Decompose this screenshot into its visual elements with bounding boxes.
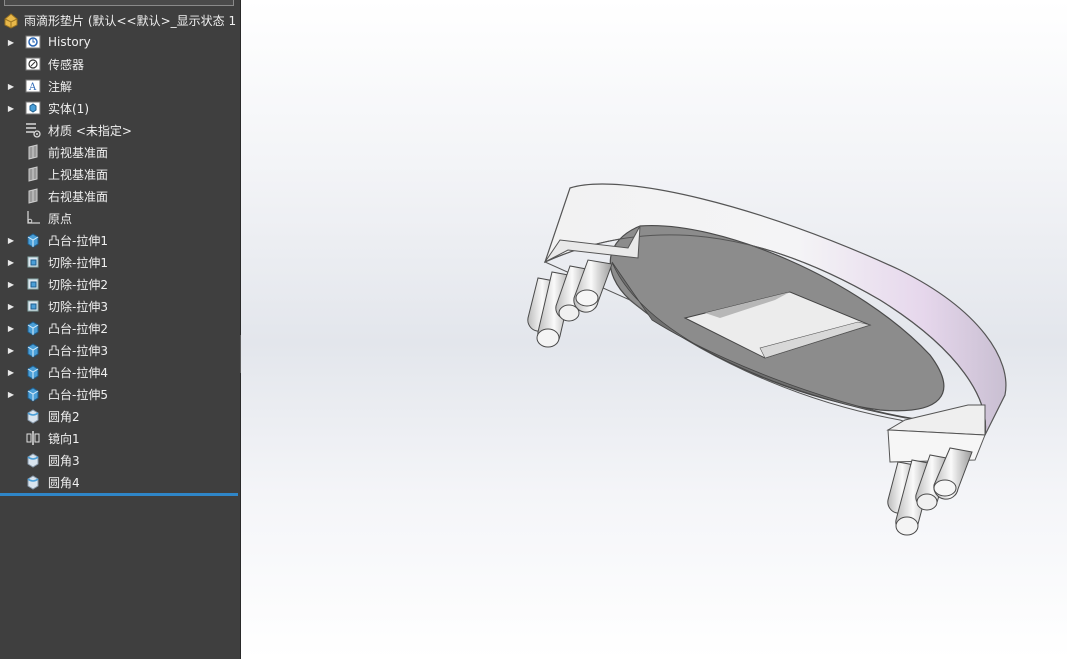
svg-text:A: A (28, 82, 37, 93)
tree-item-label: 凸台-拉伸3 (48, 343, 108, 358)
rollback-bar[interactable] (0, 493, 238, 496)
tree-item-label: History (48, 35, 91, 49)
plane-icon (24, 188, 42, 204)
model-3d-render (527, 183, 1007, 536)
solid-body-icon (24, 100, 42, 116)
boss-extrude-icon (24, 364, 42, 380)
tree-filter-input[interactable] (4, 0, 234, 6)
tree-item-12[interactable]: ▶ 切除-拉伸2 (0, 274, 240, 294)
tree-item-label: 圆角4 (48, 475, 80, 490)
tree-item-7[interactable]: 上视基准面 (0, 164, 240, 184)
mirror-icon (24, 430, 42, 446)
tree-item-8[interactable]: 右视基准面 (0, 186, 240, 206)
tree-item-label: 圆角3 (48, 453, 80, 468)
tree-item-label: 切除-拉伸2 (48, 277, 108, 292)
cut-extrude-icon (24, 254, 42, 270)
tree-item-18[interactable]: 圆角2 (0, 406, 240, 426)
tree-item-label: 凸台-拉伸1 (48, 233, 108, 248)
boss-extrude-icon (24, 342, 42, 358)
expand-arrow-icon[interactable]: ▶ (6, 236, 16, 245)
tree-item-14[interactable]: ▶ 凸台-拉伸2 (0, 318, 240, 338)
tree-item-label: 前视基准面 (48, 145, 109, 160)
tree-item-label: 圆角2 (48, 409, 80, 424)
boss-extrude-icon (24, 232, 42, 248)
tree-item-label: 传感器 (48, 57, 85, 72)
tree-item-label: 实体(1) (48, 101, 89, 116)
expand-arrow-icon[interactable]: ▶ (6, 82, 16, 91)
expand-arrow-icon[interactable]: ▶ (6, 38, 16, 47)
tree-item-label: 切除-拉伸3 (48, 299, 108, 314)
expand-arrow-icon[interactable]: ▶ (6, 258, 16, 267)
tree-item-label: 凸台-拉伸2 (48, 321, 108, 336)
tree-root-label: 雨滴形垫片 (默认<<默认>_显示状态 1 (24, 13, 237, 28)
boss-extrude-icon (24, 320, 42, 336)
tree-item-label: 右视基准面 (48, 189, 109, 204)
cut-extrude-icon (24, 276, 42, 292)
tree-item-label: 镜向1 (48, 431, 80, 446)
tree-item-label: 凸台-拉伸4 (48, 365, 108, 380)
tree-item-19[interactable]: 镜向1 (0, 428, 240, 448)
tree-item-16[interactable]: ▶ 凸台-拉伸4 (0, 362, 240, 382)
material-icon (24, 122, 42, 138)
tree-item-20[interactable]: 圆角3 (0, 450, 240, 470)
tree-item-label: 凸台-拉伸5 (48, 387, 108, 402)
plane-icon (24, 166, 42, 182)
tree-item-15[interactable]: ▶ 凸台-拉伸3 (0, 340, 240, 360)
history-icon (24, 34, 42, 50)
fillet-icon (24, 408, 42, 424)
boss-extrude-icon (24, 386, 42, 402)
feature-manager-tree: 雨滴形垫片 (默认<<默认>_显示状态 1 ▶ History 传感器 ▶ A 注解 ▶ 实体… (0, 0, 241, 659)
annotation-icon: A (24, 78, 42, 94)
tree-item-9[interactable]: 原点 (0, 208, 240, 228)
tree-item-21[interactable]: 圆角4 (0, 472, 240, 492)
part-icon (2, 12, 20, 29)
plane-icon (24, 144, 42, 160)
tree-item-4[interactable]: ▶ 实体(1) (0, 98, 240, 118)
tree-item-label: 注解 (48, 79, 73, 94)
tree-item-11[interactable]: ▶ 切除-拉伸1 (0, 252, 240, 272)
tree-item-label: 上视基准面 (48, 167, 109, 182)
tree-item-label: 切除-拉伸1 (48, 255, 108, 270)
fillet-icon (24, 474, 42, 490)
tree-item-3[interactable]: ▶ A 注解 (0, 76, 240, 96)
sensor-icon (24, 56, 42, 72)
expand-arrow-icon[interactable]: ▶ (6, 324, 16, 333)
expand-arrow-icon[interactable]: ▶ (6, 280, 16, 289)
origin-icon (24, 210, 42, 226)
expand-arrow-icon[interactable]: ▶ (6, 104, 16, 113)
expand-arrow-icon[interactable]: ▶ (6, 390, 16, 399)
tree-item-label: 材质 <未指定> (48, 123, 132, 138)
graphics-viewport[interactable] (241, 0, 1067, 659)
expand-arrow-icon[interactable]: ▶ (6, 368, 16, 377)
expand-arrow-icon[interactable]: ▶ (6, 302, 16, 311)
fillet-icon (24, 452, 42, 468)
tree-item-6[interactable]: 前视基准面 (0, 142, 240, 162)
tree-item-2[interactable]: 传感器 (0, 54, 240, 74)
tree-item-1[interactable]: ▶ History (0, 32, 240, 52)
expand-arrow-icon[interactable]: ▶ (6, 346, 16, 355)
cut-extrude-icon (24, 298, 42, 314)
tree-item-13[interactable]: ▶ 切除-拉伸3 (0, 296, 240, 316)
tree-root-part[interactable]: 雨滴形垫片 (默认<<默认>_显示状态 1 (0, 10, 240, 30)
tree-item-label: 原点 (48, 211, 73, 226)
tree-item-5[interactable]: 材质 <未指定> (0, 120, 240, 140)
tree-item-10[interactable]: ▶ 凸台-拉伸1 (0, 230, 240, 250)
tree-item-17[interactable]: ▶ 凸台-拉伸5 (0, 384, 240, 404)
